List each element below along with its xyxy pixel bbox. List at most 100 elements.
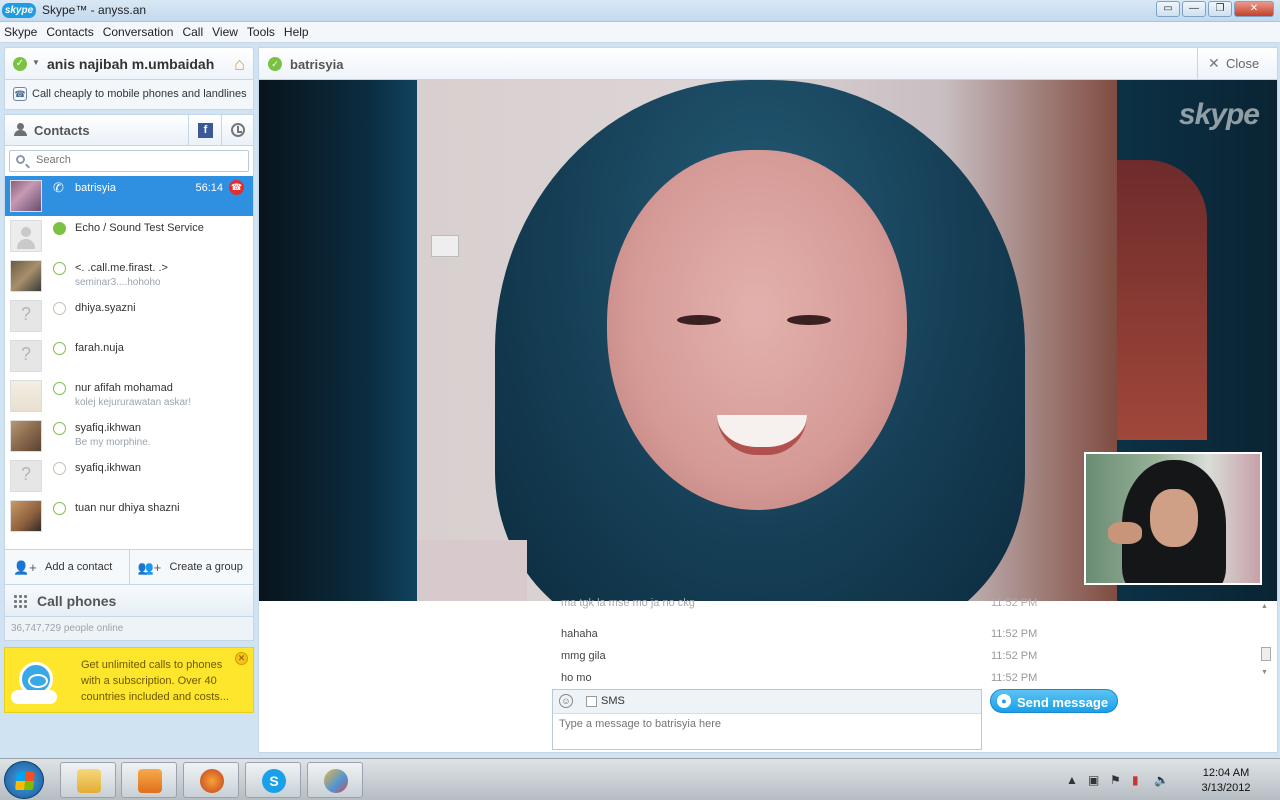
- scroll-down-icon[interactable]: ▼: [1261, 669, 1268, 676]
- scroll-thumb[interactable]: [1261, 647, 1271, 661]
- contact-name: syafiq.ikhwan: [75, 422, 142, 434]
- scroll-up-icon[interactable]: ▲: [1261, 603, 1268, 610]
- avatar: [10, 460, 42, 492]
- menu-contacts[interactable]: Contacts: [46, 25, 93, 39]
- send-message-button[interactable]: ● Send message: [990, 689, 1118, 713]
- contact-actions: 👤+ Add a contact 👥+ Create a group: [4, 549, 254, 585]
- compact-view-button[interactable]: ▭: [1156, 1, 1180, 17]
- contact-name: tuan nur dhiya shazni: [75, 502, 180, 514]
- menu-call[interactable]: Call: [182, 25, 203, 39]
- video-border-left: [259, 80, 417, 601]
- chat-bubble-icon: ●: [997, 694, 1011, 708]
- self-video-preview[interactable]: [1084, 452, 1262, 585]
- promo-text: Get unlimited calls to phones with a sub…: [81, 659, 229, 703]
- close-conversation-button[interactable]: ✕ Close: [1197, 48, 1277, 79]
- taskbar-skype[interactable]: S: [245, 762, 301, 798]
- search-box[interactable]: [9, 150, 249, 172]
- online-status-icon[interactable]: ✓: [13, 57, 27, 71]
- wall-socket: [431, 235, 459, 257]
- left-panel: ✓ ▼ anis najibah m.umbaidah ⌂ ☎ Call che…: [4, 47, 254, 753]
- message-input[interactable]: [559, 718, 969, 746]
- clock-icon: [231, 123, 245, 137]
- tab-recent[interactable]: [221, 115, 253, 146]
- network-icon[interactable]: ▣: [1088, 773, 1099, 787]
- menu-tools[interactable]: Tools: [247, 25, 275, 39]
- add-contact-button[interactable]: 👤+ Add a contact: [5, 550, 129, 584]
- taskbar-explorer[interactable]: [60, 762, 116, 798]
- create-group-button[interactable]: 👥+ Create a group: [128, 550, 254, 584]
- chevron-down-icon[interactable]: ▼: [32, 58, 40, 67]
- dialpad-icon: [13, 594, 27, 608]
- close-window-button[interactable]: ✕: [1234, 1, 1274, 17]
- contact-name: dhiya.syazni: [75, 302, 136, 314]
- taskbar-media-player[interactable]: [121, 762, 177, 798]
- sms-checkbox[interactable]: [586, 696, 597, 707]
- mood-message: seminar3....hohoho: [75, 277, 161, 288]
- maximize-button[interactable]: ❐: [1208, 1, 1232, 17]
- close-icon: ✕: [1208, 55, 1220, 71]
- tab-contacts[interactable]: Contacts: [34, 123, 90, 138]
- unknown-status-icon: [53, 302, 66, 315]
- message-text: hahaha: [561, 628, 598, 640]
- pillow: [417, 540, 527, 601]
- call-cheaply-text: Call cheaply to mobile phones and landli…: [32, 88, 247, 100]
- start-button[interactable]: [4, 761, 44, 799]
- emoticon-icon[interactable]: ☺: [559, 694, 573, 708]
- tab-facebook[interactable]: f: [188, 115, 220, 146]
- chat-scrollbar[interactable]: ▲ ▼: [1261, 601, 1271, 683]
- home-icon[interactable]: ⌂: [234, 54, 245, 75]
- close-icon[interactable]: ✕: [235, 652, 248, 665]
- phone-call-icon: ✆: [53, 180, 64, 195]
- media-player-icon: [138, 769, 162, 793]
- message-text: ma tgk la mse mo ja no ckg: [561, 597, 695, 609]
- avatar: [10, 180, 42, 212]
- chat-message: mmg gila 11:52 PM: [553, 645, 1268, 667]
- contact-item[interactable]: tuan nur dhiya shazni: [5, 496, 253, 536]
- remote-face: [607, 150, 907, 510]
- system-tray: ▲ ▣ ⚑ ▮ 🔈 12:04 AM 3/13/2012: [1066, 763, 1266, 797]
- volume-icon[interactable]: 🔈: [1154, 773, 1169, 787]
- call-phones-button[interactable]: Call phones: [4, 585, 254, 617]
- profile-bar[interactable]: ✓ ▼ anis najibah m.umbaidah ⌂: [4, 47, 254, 80]
- contact-item[interactable]: nur afifah mohamad kolej kejururawatan a…: [5, 376, 253, 416]
- conversation-title[interactable]: batrisyia: [290, 57, 343, 72]
- avatar: [10, 340, 42, 372]
- subscription-promo[interactable]: Get unlimited calls to phones with a sub…: [4, 647, 254, 713]
- taskbar-firefox[interactable]: [183, 762, 239, 798]
- avatar: [10, 500, 42, 532]
- clock-time: 12:04 AM: [1202, 767, 1250, 779]
- contact-item[interactable]: syafiq.ikhwan Be my morphine.: [5, 416, 253, 456]
- conversation-panel: ✓ batrisyia ✕ Close skype ma tgk la mse …: [258, 47, 1278, 753]
- hang-up-icon[interactable]: ☎: [229, 180, 244, 195]
- profile-name[interactable]: anis najibah m.umbaidah: [47, 56, 214, 72]
- sms-label: SMS: [601, 695, 625, 707]
- minimize-button[interactable]: —: [1182, 1, 1206, 17]
- menu-help[interactable]: Help: [284, 25, 309, 39]
- chat-history: ma tgk la mse mo ja no ckg 11:52 PM haha…: [553, 597, 1268, 684]
- menu-skype[interactable]: Skype: [4, 25, 37, 39]
- contact-item[interactable]: farah.nuja: [5, 336, 253, 376]
- online-status-icon: [53, 222, 66, 235]
- contact-item[interactable]: <. .call.me.firast. .> seminar3....hohoh…: [5, 256, 253, 296]
- video-feed[interactable]: [259, 80, 1117, 601]
- add-contact-label: Add a contact: [45, 561, 113, 573]
- skype-logo-icon: skype: [2, 3, 36, 18]
- show-hidden-icons-icon[interactable]: ▲: [1066, 773, 1078, 787]
- self-hand: [1108, 522, 1142, 544]
- clock[interactable]: 12:04 AM 3/13/2012: [1186, 766, 1266, 796]
- battery-icon[interactable]: ▮: [1132, 773, 1139, 787]
- search-input[interactable]: [36, 154, 236, 166]
- offline-status-icon: [53, 342, 66, 355]
- menu-view[interactable]: View: [212, 25, 238, 39]
- menu-conversation[interactable]: Conversation: [103, 25, 174, 39]
- search-icon: [16, 155, 25, 164]
- contact-item[interactable]: syafiq.ikhwan: [5, 456, 253, 496]
- contact-item[interactable]: Echo / Sound Test Service: [5, 216, 253, 256]
- online-count: 36,747,729 people online: [4, 617, 254, 641]
- call-cheaply-link[interactable]: ☎ Call cheaply to mobile phones and land…: [4, 80, 254, 110]
- contact-item[interactable]: dhiya.syazni: [5, 296, 253, 336]
- action-center-flag-icon[interactable]: ⚑: [1110, 773, 1121, 787]
- taskbar-paint[interactable]: [307, 762, 363, 798]
- contact-item[interactable]: ✆ batrisyia 56:14 ☎: [5, 176, 253, 216]
- mood-message: kolej kejururawatan askar!: [75, 397, 192, 408]
